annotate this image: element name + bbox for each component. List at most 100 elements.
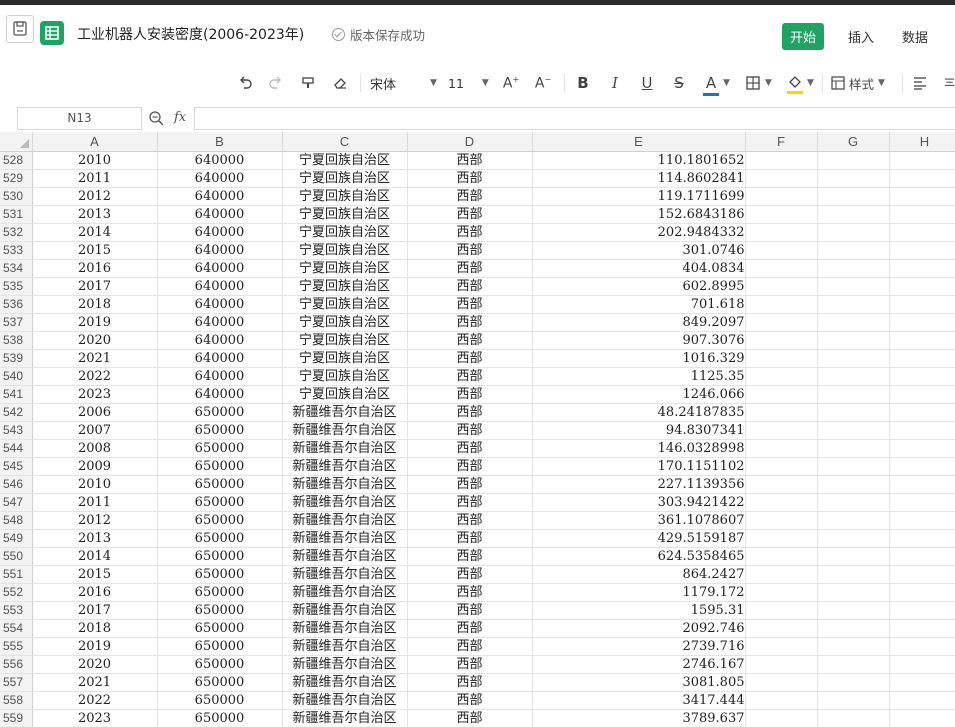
- cell-code[interactable]: 650000: [157, 655, 283, 674]
- cell-province[interactable]: 新疆维吾尔自治区: [282, 493, 408, 512]
- align-center-icon[interactable]: [944, 72, 955, 94]
- row-number[interactable]: 531: [0, 205, 33, 224]
- cell-empty[interactable]: [889, 223, 955, 242]
- row-number[interactable]: 541: [0, 385, 33, 404]
- cell-year[interactable]: 2021: [32, 673, 158, 692]
- cell-density[interactable]: 1246.066: [532, 385, 746, 404]
- row-number[interactable]: 532: [0, 223, 33, 242]
- cell-empty[interactable]: [817, 151, 890, 170]
- cell-empty[interactable]: [745, 205, 818, 224]
- cell-region[interactable]: 西部: [407, 565, 533, 584]
- font-name-select[interactable]: 宋体 ▼: [370, 72, 438, 94]
- row-number[interactable]: 537: [0, 313, 33, 332]
- cell-province[interactable]: 新疆维吾尔自治区: [282, 547, 408, 566]
- cell-year[interactable]: 2014: [32, 547, 158, 566]
- cell-empty[interactable]: [889, 187, 955, 206]
- row-number[interactable]: 529: [0, 169, 33, 188]
- cell-empty[interactable]: [889, 601, 955, 620]
- row-number[interactable]: 544: [0, 439, 33, 458]
- cell-empty[interactable]: [889, 403, 955, 422]
- row-number[interactable]: 558: [0, 691, 33, 710]
- cell-code[interactable]: 640000: [157, 367, 283, 386]
- cell-year[interactable]: 2006: [32, 403, 158, 422]
- cell-empty[interactable]: [817, 367, 890, 386]
- cell-empty[interactable]: [889, 619, 955, 638]
- zoom-icon[interactable]: [148, 110, 164, 130]
- row-number[interactable]: 555: [0, 637, 33, 656]
- cell-province[interactable]: 宁夏回族自治区: [282, 277, 408, 296]
- cell-empty[interactable]: [889, 313, 955, 332]
- cell-code[interactable]: 650000: [157, 403, 283, 422]
- cell-province[interactable]: 宁夏回族自治区: [282, 331, 408, 350]
- cell-code[interactable]: 640000: [157, 169, 283, 188]
- cell-year[interactable]: 2009: [32, 457, 158, 476]
- cell-density[interactable]: 624.5358465: [532, 547, 746, 566]
- row-number[interactable]: 559: [0, 709, 33, 727]
- row-number[interactable]: 530: [0, 187, 33, 206]
- border-button[interactable]: ▼: [745, 72, 775, 94]
- cell-density[interactable]: 303.9421422: [532, 493, 746, 512]
- cell-empty[interactable]: [817, 223, 890, 242]
- row-number[interactable]: 545: [0, 457, 33, 476]
- cell-empty[interactable]: [817, 295, 890, 314]
- spreadsheet-grid[interactable]: A B C D E F G H 528 2010 640000 宁夏回族自治区 西部 11…: [0, 132, 955, 727]
- row-number[interactable]: 535: [0, 277, 33, 296]
- cell-empty[interactable]: [817, 709, 890, 727]
- eraser-icon[interactable]: [331, 72, 349, 94]
- cell-density[interactable]: 170.1151102: [532, 457, 746, 476]
- cell-region[interactable]: 西部: [407, 367, 533, 386]
- cell-empty[interactable]: [817, 547, 890, 566]
- cell-province[interactable]: 新疆维吾尔自治区: [282, 637, 408, 656]
- cell-code[interactable]: 640000: [157, 349, 283, 368]
- cell-year[interactable]: 2014: [32, 223, 158, 242]
- cell-province[interactable]: 宁夏回族自治区: [282, 223, 408, 242]
- column-header-c[interactable]: C: [282, 132, 408, 152]
- cell-code[interactable]: 650000: [157, 601, 283, 620]
- cell-region[interactable]: 西部: [407, 349, 533, 368]
- cell-year[interactable]: 2013: [32, 529, 158, 548]
- cell-density[interactable]: 2746.167: [532, 655, 746, 674]
- cell-region[interactable]: 西部: [407, 619, 533, 638]
- cell-code[interactable]: 650000: [157, 511, 283, 530]
- cell-empty[interactable]: [889, 439, 955, 458]
- cell-region[interactable]: 西部: [407, 457, 533, 476]
- cell-empty[interactable]: [889, 493, 955, 512]
- cell-empty[interactable]: [889, 421, 955, 440]
- cell-density[interactable]: 110.1801652: [532, 151, 746, 170]
- cell-code[interactable]: 650000: [157, 673, 283, 692]
- cell-density[interactable]: 404.0834: [532, 259, 746, 278]
- cell-empty[interactable]: [889, 511, 955, 530]
- cell-year[interactable]: 2011: [32, 493, 158, 512]
- cell-year[interactable]: 2017: [32, 601, 158, 620]
- cell-year[interactable]: 2011: [32, 169, 158, 188]
- cell-code[interactable]: 640000: [157, 241, 283, 260]
- cell-empty[interactable]: [745, 403, 818, 422]
- cell-density[interactable]: 94.8307341: [532, 421, 746, 440]
- cell-region[interactable]: 西部: [407, 691, 533, 710]
- cell-code[interactable]: 640000: [157, 331, 283, 350]
- row-number[interactable]: 536: [0, 295, 33, 314]
- cell-province[interactable]: 新疆维吾尔自治区: [282, 457, 408, 476]
- row-number[interactable]: 554: [0, 619, 33, 638]
- cell-province[interactable]: 宁夏回族自治区: [282, 187, 408, 206]
- cell-empty[interactable]: [889, 331, 955, 350]
- cell-year[interactable]: 2010: [32, 151, 158, 170]
- cell-empty[interactable]: [817, 511, 890, 530]
- cell-empty[interactable]: [889, 565, 955, 584]
- cell-code[interactable]: 650000: [157, 475, 283, 494]
- cell-region[interactable]: 西部: [407, 223, 533, 242]
- cell-empty[interactable]: [817, 655, 890, 674]
- cell-year[interactable]: 2019: [32, 637, 158, 656]
- align-left-icon[interactable]: [912, 72, 928, 94]
- cell-code[interactable]: 650000: [157, 691, 283, 710]
- cell-empty[interactable]: [745, 655, 818, 674]
- cell-year[interactable]: 2023: [32, 385, 158, 404]
- cell-empty[interactable]: [817, 313, 890, 332]
- cell-empty[interactable]: [817, 187, 890, 206]
- cell-region[interactable]: 西部: [407, 511, 533, 530]
- cell-empty[interactable]: [745, 259, 818, 278]
- column-header-g[interactable]: G: [817, 132, 890, 152]
- cell-year[interactable]: 2020: [32, 331, 158, 350]
- row-number[interactable]: 534: [0, 259, 33, 278]
- cell-code[interactable]: 650000: [157, 529, 283, 548]
